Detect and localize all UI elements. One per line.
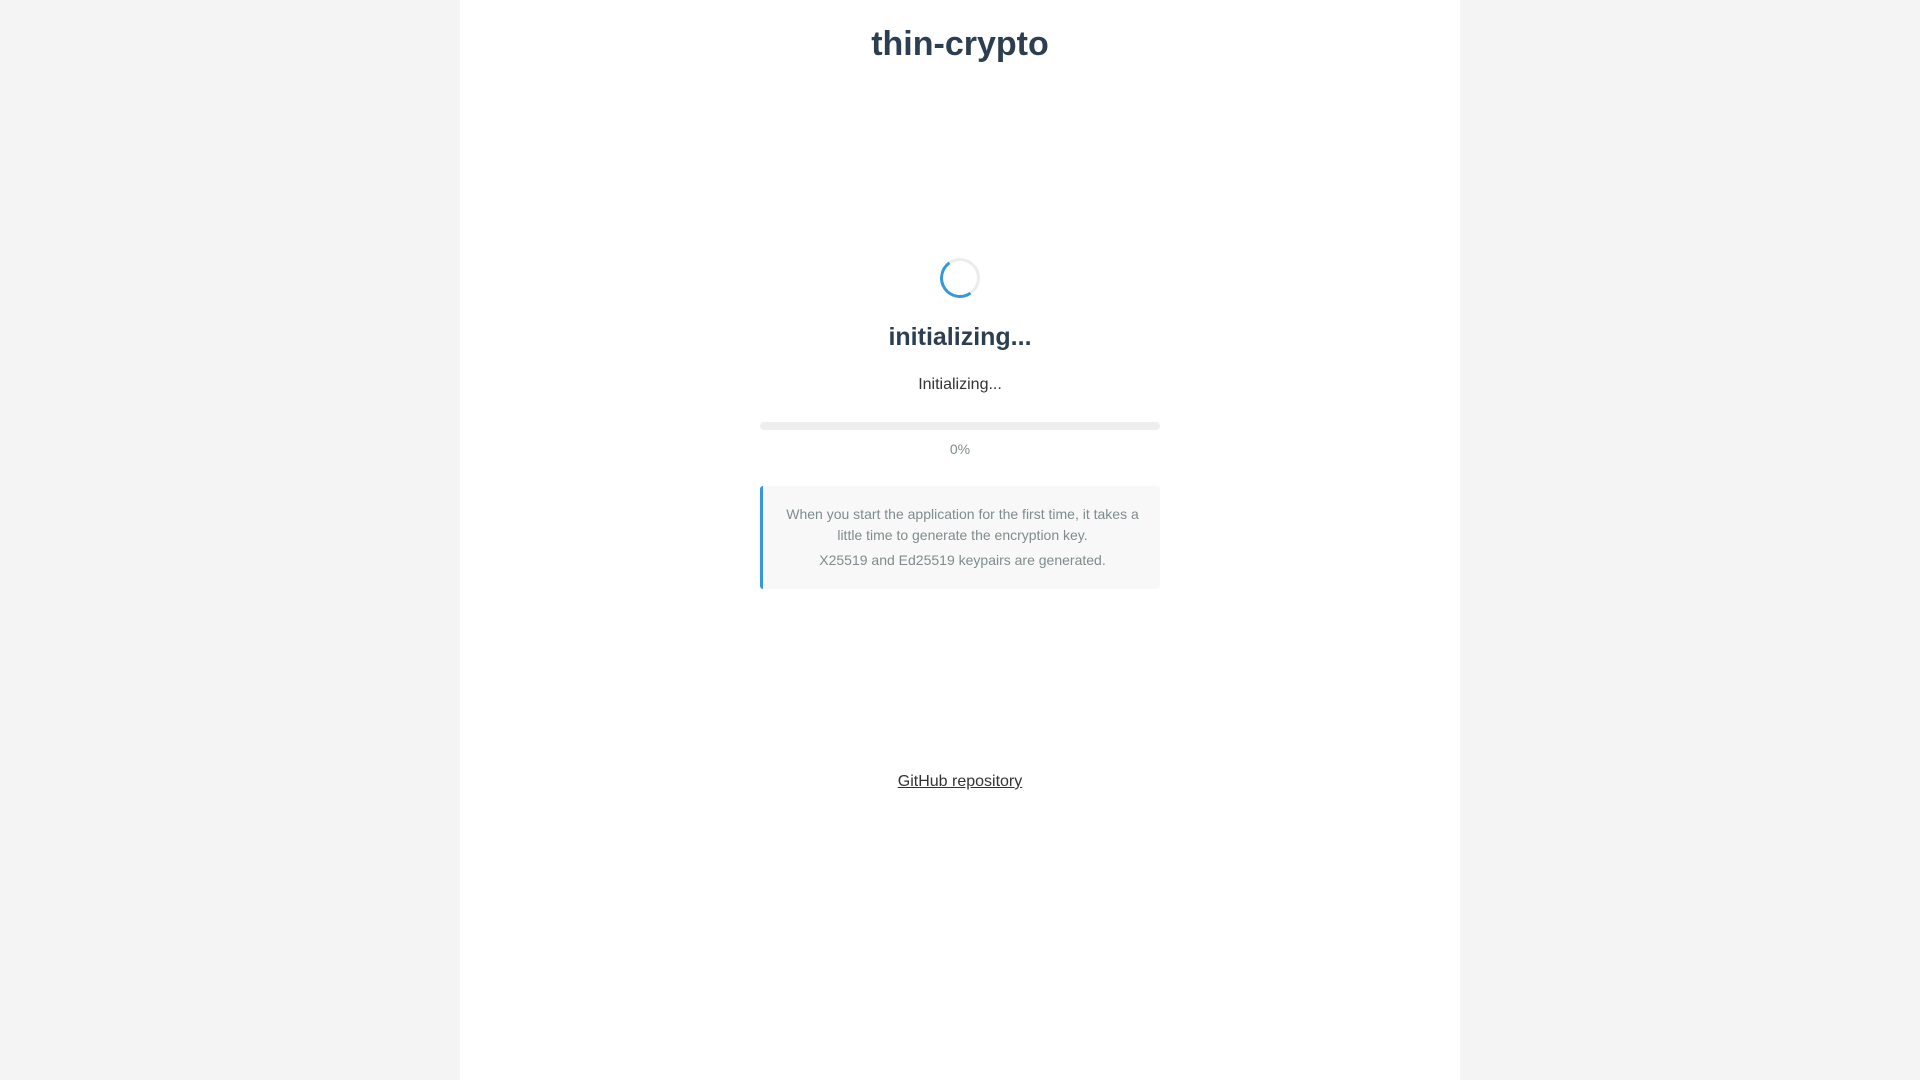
footer: GitHub repository — [460, 771, 1460, 793]
main-panel: thin-crypto initializing... Initializing… — [460, 0, 1460, 1080]
loader — [460, 254, 1460, 303]
status-text: Initializing... — [918, 376, 1002, 393]
info-text-keygen: When you start the application for the f… — [786, 506, 1139, 543]
progress-bar — [760, 422, 1160, 430]
info-box: When you start the application for the f… — [760, 486, 1160, 589]
app-title: thin-crypto — [871, 25, 1049, 63]
github-repository-link[interactable]: GitHub repository — [898, 773, 1023, 790]
info-text-keypairs: X25519 and Ed25519 keypairs are generate… — [819, 552, 1106, 568]
spinner-icon — [936, 254, 984, 302]
status-heading: initializing... — [888, 323, 1032, 351]
progress-label: 0% — [949, 441, 971, 457]
